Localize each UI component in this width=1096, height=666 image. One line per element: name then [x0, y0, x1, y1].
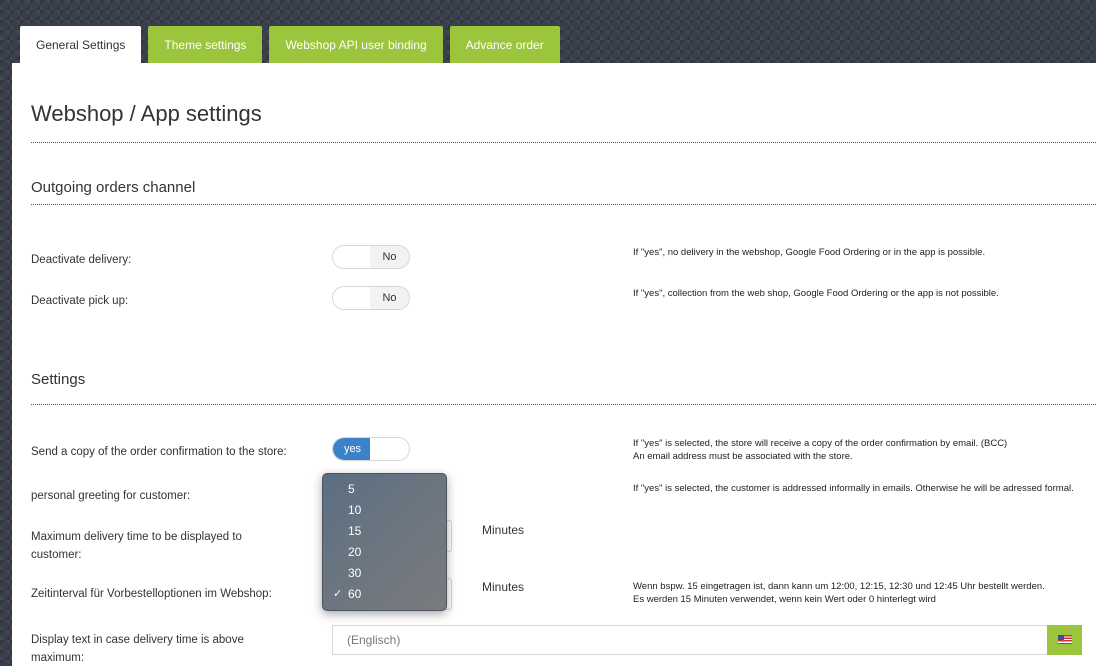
deactivate-delivery-toggle[interactable]: No: [332, 245, 410, 269]
settings-panel: Webshop / App settings Outgoing orders c…: [12, 63, 1096, 666]
us-flag-icon: [1058, 635, 1072, 644]
send-copy-help: If "yes" is selected, the store will rec…: [633, 437, 1007, 463]
divider: [31, 404, 1096, 405]
display-text-label: Display text in case delivery time is ab…: [31, 631, 244, 666]
label-line: maximum:: [31, 652, 85, 664]
send-copy-toggle[interactable]: yes: [332, 437, 410, 461]
dropdown-option[interactable]: 15: [323, 521, 446, 542]
tab-theme-settings[interactable]: Theme settings: [148, 26, 263, 63]
divider: [31, 204, 1096, 205]
option-label: 60: [348, 587, 362, 601]
divider: [31, 142, 1096, 143]
interval-dropdown-menu: 5 10 15 20 30 ✓ 60: [322, 473, 447, 611]
language-flag-button[interactable]: [1047, 625, 1082, 655]
dropdown-option[interactable]: 30: [323, 563, 446, 584]
personal-greeting-label: personal greeting for customer:: [31, 490, 191, 502]
dropdown-option[interactable]: 10: [323, 500, 446, 521]
toggle-knob: [370, 438, 409, 460]
tab-webshop-api-user-binding[interactable]: Webshop API user binding: [269, 26, 443, 63]
preorder-interval-label: Zeitinterval für Vorbestelloptionen im W…: [31, 588, 272, 600]
display-text-input[interactable]: (Englisch): [332, 625, 1048, 655]
section-title-settings: Settings: [31, 371, 86, 388]
toggle-state: No: [370, 287, 409, 309]
settings-tabs: General Settings Theme settings Webshop …: [20, 26, 560, 64]
max-delivery-time-label: Maximum delivery time to be displayed to…: [31, 528, 242, 564]
toggle-state: yes: [333, 438, 372, 460]
tab-advance-order[interactable]: Advance order: [449, 26, 560, 63]
tab-general-settings[interactable]: General Settings: [20, 26, 142, 64]
help-line: An email address must be associated with…: [633, 451, 853, 462]
help-line: If "yes" is selected, the store will rec…: [633, 438, 1008, 449]
dropdown-option-selected[interactable]: ✓ 60: [323, 584, 446, 605]
preorder-interval-help: Wenn bspw. 15 eingetragen ist, dann kann…: [633, 580, 1045, 606]
dropdown-option[interactable]: 5: [323, 479, 446, 500]
page-title: Webshop / App settings: [31, 101, 262, 126]
send-copy-label: Send a copy of the order confirmation to…: [31, 446, 287, 458]
max-delivery-unit: Minutes: [482, 523, 525, 537]
label-line: customer:: [31, 549, 82, 561]
checkmark-icon: ✓: [333, 588, 343, 600]
help-line: Es werden 15 Minuten verwendet, wenn kei…: [633, 594, 936, 605]
label-line: Maximum delivery time to be displayed to: [31, 531, 242, 543]
deactivate-pickup-label: Deactivate pick up:: [31, 295, 129, 307]
help-line: Wenn bspw. 15 eingetragen ist, dann kann…: [633, 581, 1045, 592]
personal-greeting-help: If "yes" is selected, the customer is ad…: [633, 483, 1074, 494]
dropdown-option[interactable]: 20: [323, 542, 446, 563]
toggle-state: No: [370, 246, 409, 268]
toggle-knob: [333, 287, 373, 309]
preorder-interval-unit: Minutes: [482, 580, 525, 594]
deactivate-delivery-help: If "yes", no delivery in the webshop, Go…: [633, 247, 986, 258]
deactivate-pickup-toggle[interactable]: No: [332, 286, 410, 310]
deactivate-delivery-label: Deactivate delivery:: [31, 254, 132, 266]
deactivate-pickup-help: If "yes", collection from the web shop, …: [633, 288, 999, 299]
section-title-outgoing: Outgoing orders channel: [31, 179, 196, 196]
label-line: Display text in case delivery time is ab…: [31, 634, 244, 646]
toggle-knob: [333, 246, 373, 268]
